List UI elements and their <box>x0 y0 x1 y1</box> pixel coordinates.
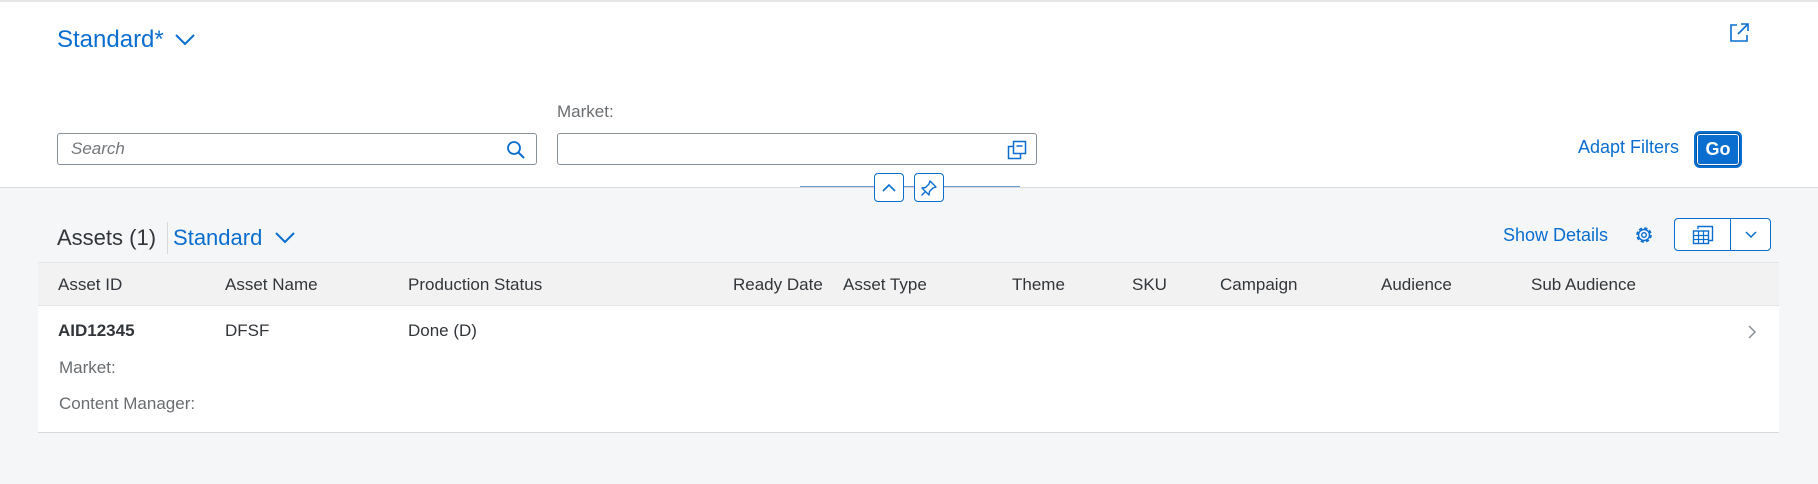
column-header-asset-type[interactable]: Asset Type <box>843 275 927 295</box>
column-header-production-status[interactable]: Production Status <box>408 275 542 295</box>
table-header: Asset ID Asset Name Production Status Re… <box>38 262 1779 306</box>
export-button[interactable] <box>1675 219 1731 250</box>
cell-asset-name: DFSF <box>225 321 270 340</box>
search-field[interactable] <box>57 133 537 165</box>
column-header-theme[interactable]: Theme <box>1012 275 1065 295</box>
column-header-ready-date[interactable]: Ready Date <box>733 275 823 295</box>
header-divider <box>800 186 1020 187</box>
share-icon[interactable] <box>1728 22 1750 44</box>
go-button[interactable]: Go <box>1696 133 1740 166</box>
table-row[interactable]: AID12345 DFSF Done (D) Market: Content M… <box>38 306 1779 433</box>
chevron-down-icon[interactable] <box>274 231 296 245</box>
column-header-asset-name[interactable]: Asset Name <box>225 275 318 295</box>
search-input[interactable] <box>58 134 488 164</box>
chevron-up-icon <box>882 183 896 192</box>
table-title: Assets (1) <box>57 225 157 250</box>
pop-in-label-market: Market: <box>59 358 116 377</box>
cell-production-status: Done (D) <box>408 321 477 340</box>
show-details-button[interactable]: Show Details <box>1503 225 1608 246</box>
chevron-right-icon[interactable] <box>1747 324 1757 340</box>
gear-icon[interactable] <box>1632 223 1656 247</box>
cell-asset-id: AID12345 <box>58 321 135 340</box>
title-separator <box>167 222 169 254</box>
collapse-header-button[interactable] <box>874 173 904 202</box>
market-filter-label: Market: <box>557 102 614 121</box>
variant-title: Standard* <box>57 26 164 53</box>
chevron-down-icon <box>1744 230 1757 238</box>
column-header-audience[interactable]: Audience <box>1381 275 1452 295</box>
pin-icon <box>921 179 937 196</box>
filter-bar-header: Standard* Market: Adapt Filters Go <box>0 0 1818 188</box>
export-menu-button[interactable] <box>1731 219 1770 250</box>
variant-management[interactable]: Standard* <box>57 26 196 54</box>
column-header-sku[interactable]: SKU <box>1132 275 1167 295</box>
export-button-group <box>1674 218 1771 251</box>
market-input[interactable] <box>558 134 988 164</box>
chevron-down-icon[interactable] <box>174 33 196 47</box>
assets-table: Asset ID Asset Name Production Status Re… <box>38 262 1779 433</box>
table-variant-management[interactable]: Standard <box>173 225 296 251</box>
table-variant-title: Standard <box>173 225 263 250</box>
market-filter-field[interactable] <box>557 133 1037 165</box>
column-header-sub-audience[interactable]: Sub Audience <box>1531 275 1636 295</box>
table-toolbar-title: Assets (1) Standard <box>57 222 296 254</box>
column-header-campaign[interactable]: Campaign <box>1220 275 1298 295</box>
value-help-icon[interactable] <box>1007 140 1027 160</box>
pin-header-button[interactable] <box>914 173 944 202</box>
spreadsheet-export-icon <box>1692 225 1713 244</box>
pop-in-label-content-manager: Content Manager: <box>59 394 196 413</box>
adapt-filters-button[interactable]: Adapt Filters <box>1578 137 1679 158</box>
column-header-asset-id[interactable]: Asset ID <box>58 275 122 295</box>
search-icon[interactable] <box>506 140 526 160</box>
